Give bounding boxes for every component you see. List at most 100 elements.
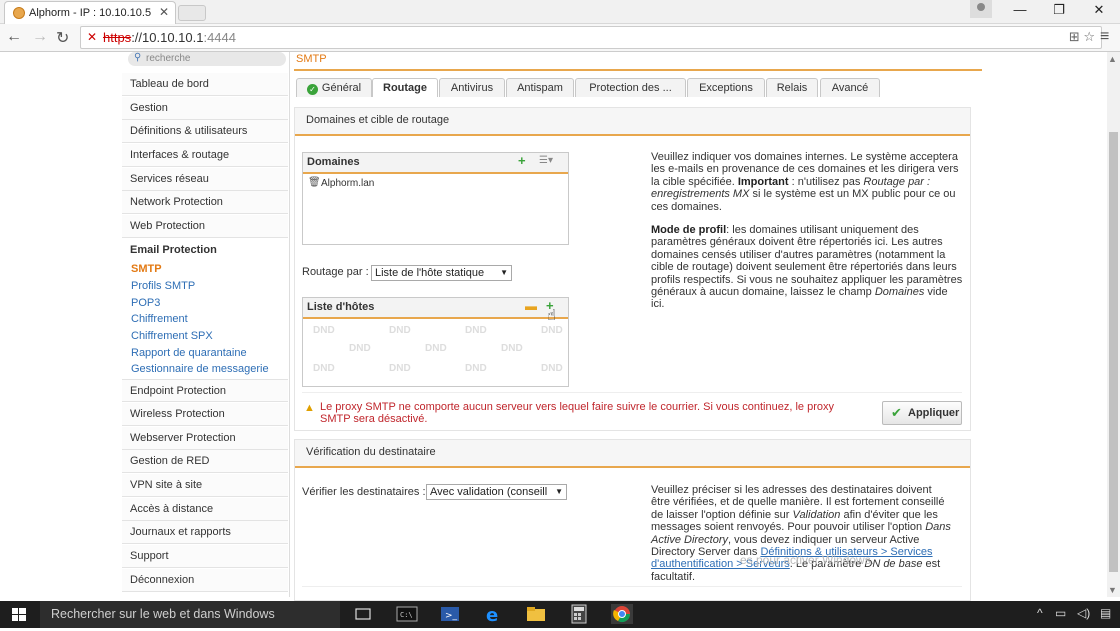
sidebar-subitem-gestionnaire-messagerie[interactable]: Gestionnaire de messagerie [131, 363, 269, 375]
browser-menu-icon[interactable]: ≡ [1100, 28, 1109, 46]
sidebar-item-acces-distance[interactable]: Accès à distance [122, 498, 288, 521]
insecure-lock-icon: ✕ [87, 30, 98, 44]
sidebar-item-gestion[interactable]: Gestion [122, 97, 288, 120]
dnd-watermark: DND [313, 325, 335, 336]
tab-general[interactable]: ✓ Général [296, 78, 372, 97]
folder-icon[interactable]: ▬ [525, 299, 537, 313]
tab-relais[interactable]: Relais [766, 78, 818, 97]
svg-text:>_: >_ [445, 611, 458, 621]
tray-network-icon[interactable]: ▭ [1055, 606, 1066, 620]
sidebar-item-interfaces[interactable]: Interfaces & routage [122, 144, 288, 167]
powershell-icon[interactable]: >_ [439, 604, 461, 624]
tray-notifications-icon[interactable]: ▤ [1100, 606, 1111, 620]
list-item: Alphorm.lan [321, 178, 375, 189]
divider [302, 392, 962, 393]
list-options-icon[interactable]: ☰▾ [539, 155, 553, 166]
sidebar-item-support[interactable]: Support [122, 545, 288, 568]
sidebar-subitem-pop3[interactable]: POP3 [131, 297, 160, 309]
new-tab-button[interactable] [178, 5, 206, 21]
cmd-icon[interactable]: C:\ [396, 604, 418, 624]
routing-help-paragraph-2: Mode de profil: les domaines utilisant u… [651, 224, 963, 311]
url-text: https://10.10.10.1:4444 [103, 30, 237, 45]
sidebar-item-webserver-protection[interactable]: Webserver Protection [122, 427, 288, 450]
sidebar-search-input[interactable]: ⚲ recherche [128, 52, 286, 66]
scrollbar-thumb[interactable] [1109, 132, 1118, 572]
sidebar-item-vpn-site[interactable]: VPN site à site [122, 474, 288, 497]
back-arrow-icon[interactable]: ← [6, 28, 22, 46]
tab-antivirus[interactable]: Antivirus [439, 78, 505, 97]
routage-select[interactable]: Liste de l'hôte statique ▼ [371, 265, 512, 281]
windows-logo-icon [12, 608, 26, 621]
tab-close-icon[interactable]: ✕ [159, 5, 169, 19]
sidebar-item-wireless-protection[interactable]: Wireless Protection [122, 403, 288, 426]
dnd-watermark: DND [465, 363, 487, 374]
tab-protection[interactable]: Protection des ... [575, 78, 686, 97]
apply-button[interactable]: ✔ Appliquer [882, 401, 962, 425]
scroll-up-arrow-icon[interactable]: ▲ [1108, 54, 1117, 64]
dnd-watermark: DND [349, 343, 371, 354]
start-button[interactable] [0, 601, 38, 628]
file-explorer-icon[interactable] [525, 604, 547, 624]
sidebar-item-journaux[interactable]: Journaux et rapports [122, 521, 288, 544]
dnd-watermark: DND [501, 343, 523, 354]
title-divider [294, 69, 982, 71]
sidebar-item-definitions[interactable]: Définitions & utilisateurs [122, 120, 288, 143]
user-profile-button[interactable] [970, 0, 992, 18]
close-window-button[interactable]: ✕ [1087, 2, 1111, 18]
sidebar-item-network-protection[interactable]: Network Protection [122, 191, 288, 214]
scroll-down-arrow-icon[interactable]: ▼ [1108, 585, 1117, 595]
chevron-down-icon: ▼ [500, 268, 508, 277]
sidebar-item-web-protection[interactable]: Web Protection [122, 215, 288, 238]
svg-text:e: e [486, 605, 498, 624]
restore-button[interactable]: ❐ [1047, 2, 1071, 18]
search-icon: ⚲ [134, 52, 142, 63]
dnd-watermark: DND [389, 363, 411, 374]
tab-exceptions[interactable]: Exceptions [687, 78, 765, 97]
trash-icon[interactable]: 🗑 [308, 177, 321, 188]
sidebar-item-endpoint-protection[interactable]: Endpoint Protection [122, 379, 288, 402]
translate-and-bookmark-icons[interactable]: ⊞ ☆ [1069, 29, 1095, 45]
verify-label: Vérifier les destinataires : [302, 486, 426, 498]
minimize-button[interactable]: — [1008, 2, 1032, 17]
task-view-icon[interactable] [353, 604, 375, 624]
tab-routage[interactable]: Routage [372, 78, 438, 97]
tray-chevron-up-icon[interactable]: ^ [1037, 606, 1043, 620]
routage-label: Routage par : [302, 266, 369, 278]
dnd-watermark: DND [389, 325, 411, 336]
sidebar-subitem-chiffrement[interactable]: Chiffrement [131, 313, 188, 325]
add-domain-icon[interactable]: + [518, 153, 526, 168]
sidebar-item-email-protection[interactable]: Email Protection [122, 239, 288, 262]
warning-icon: ▲ [304, 402, 315, 414]
browser-tab[interactable]: Alphorm - IP : 10.10.10.5 ✕ [4, 1, 176, 24]
tray-volume-icon[interactable]: ◁) [1077, 606, 1090, 620]
tab-avance[interactable]: Avancé [820, 78, 880, 97]
chevron-down-icon: ▼ [555, 487, 563, 496]
sidebar-subitem-profils-smtp[interactable]: Profils SMTP [131, 280, 195, 292]
edge-icon[interactable]: e [482, 604, 504, 626]
address-bar[interactable]: ✕ https://10.10.10.1:4444 ⊞ ☆ [80, 26, 1102, 49]
activate-windows-watermark: es pour activer Windows. [740, 553, 875, 567]
checkmark-icon: ✔ [891, 405, 902, 420]
sidebar-subitem-rapport-quarantaine[interactable]: Rapport de quarantaine [131, 347, 247, 359]
sidebar-item-gestion-red[interactable]: Gestion de RED [122, 450, 288, 473]
sidebar-item-services-reseau[interactable]: Services réseau [122, 168, 288, 191]
hosts-box-title: Liste d'hôtes [307, 301, 375, 313]
sidebar-item-deconnexion[interactable]: Déconnexion [122, 569, 288, 592]
dnd-watermark: DND [313, 363, 335, 374]
forward-arrow-icon[interactable]: → [32, 28, 48, 46]
dnd-watermark: DND [465, 325, 487, 336]
sidebar-subitem-chiffrement-spx[interactable]: Chiffrement SPX [131, 330, 213, 342]
tab-title: Alphorm - IP : 10.10.10.5 [29, 7, 152, 19]
domains-box-title: Domaines [307, 156, 360, 168]
site-favicon-icon [13, 7, 25, 19]
chrome-icon[interactable] [611, 604, 633, 624]
verify-select[interactable]: Avec validation (conseill ▼ [426, 484, 567, 500]
reload-icon[interactable]: ↻ [56, 28, 69, 48]
domains-box: Domaines + ☰▾ 🗑 Alphorm.lan [302, 152, 569, 245]
taskbar-search-input[interactable]: Rechercher sur le web et dans Windows [40, 601, 340, 628]
sidebar-item-tableau-de-bord[interactable]: Tableau de bord [122, 73, 288, 96]
user-icon [977, 3, 985, 11]
sidebar-subitem-smtp[interactable]: SMTP [131, 263, 162, 275]
tab-antispam[interactable]: Antispam [506, 78, 574, 97]
calculator-icon[interactable] [568, 604, 590, 624]
